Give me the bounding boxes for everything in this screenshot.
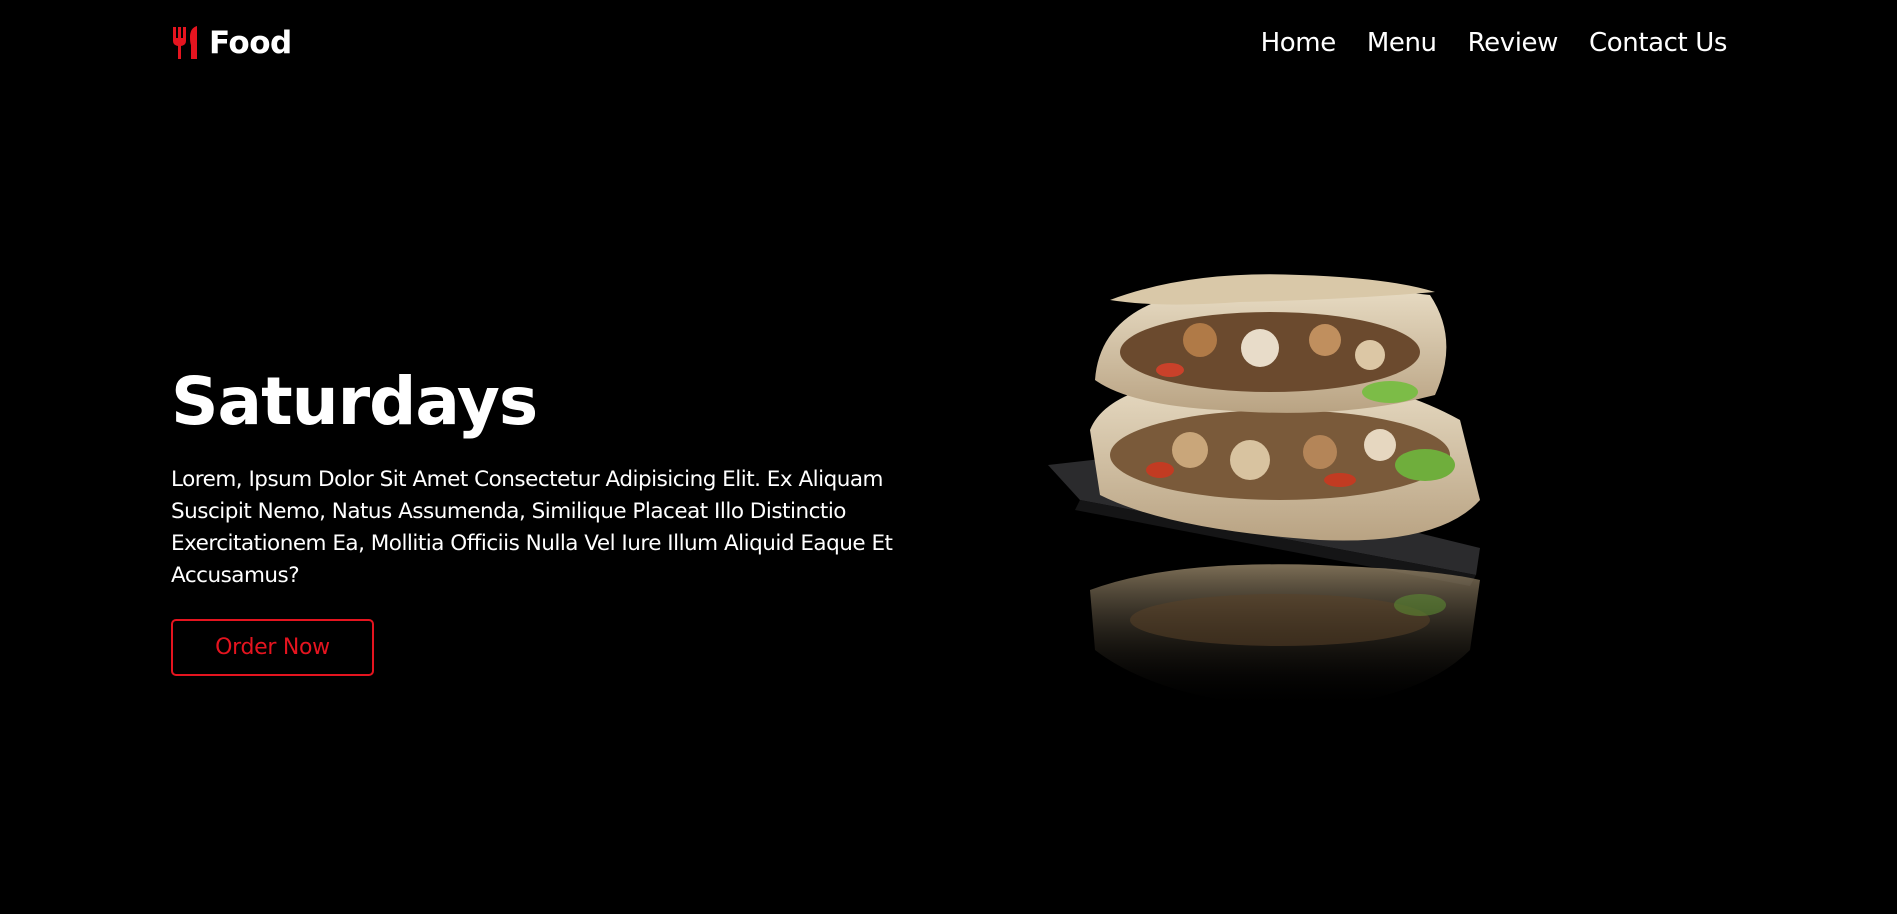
logo-text: Food — [209, 25, 292, 61]
nav-contact-link[interactable]: Contact Us — [1589, 28, 1727, 58]
nav-menu-link[interactable]: Menu — [1367, 28, 1437, 58]
hero-description: Lorem, Ipsum Dolor Sit Amet Consectetur … — [171, 467, 893, 588]
nav-review-link[interactable]: Review — [1468, 28, 1559, 58]
logo-link[interactable]: Food — [171, 25, 292, 61]
order-now-button[interactable]: Order Now — [171, 619, 374, 676]
hero-content: Saturdays Lorem, Ipsum Dolor Sit Amet Co… — [171, 360, 931, 592]
hero-title: Saturdays — [171, 363, 538, 440]
shawarma-wrap-image — [1040, 230, 1540, 725]
site-header: Food Home Menu Review Contact Us — [171, 20, 1727, 66]
nav-home-link[interactable]: Home — [1261, 28, 1337, 58]
main-nav: Home Menu Review Contact Us — [1261, 28, 1728, 58]
fork-knife-icon — [171, 25, 203, 61]
page: Food Home Menu Review Contact Us Saturda… — [0, 0, 1897, 914]
